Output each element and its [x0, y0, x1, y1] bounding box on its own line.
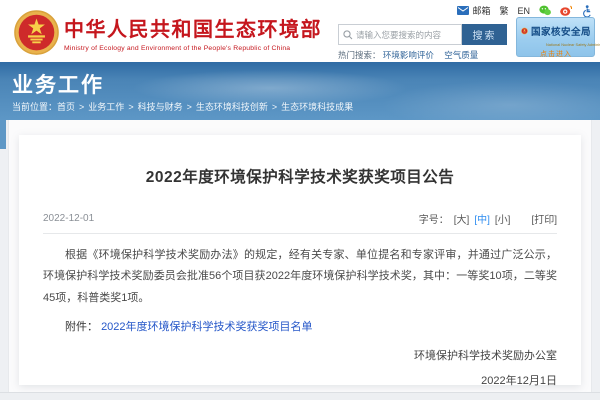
- wechat-link[interactable]: [539, 5, 551, 16]
- hot-search-link-air[interactable]: 空气质量: [444, 50, 478, 60]
- attachment-label: 附件：: [65, 321, 98, 333]
- nnsa-subtitle: National Nuclear Safety Administration: [546, 42, 587, 47]
- attachment-row: 附件： 2022年度环境保护科学技术奖获奖项目名单: [43, 318, 557, 334]
- article-paragraph: 根据《环境保护科学技术奖励办法》的规定，经有关专家、单位提名和专家评审，并通过广…: [43, 245, 557, 309]
- signature-date: 2022年12月1日: [43, 372, 557, 388]
- section-banner: 业务工作 当前位置：首页 > 业务工作 > 科技与财务 > 生态环境科技创新 > 生态环境科技成…: [0, 62, 600, 120]
- utility-bar: 邮箱 繁 EN: [457, 4, 592, 17]
- breadcrumb-separator: >: [272, 102, 277, 112]
- nnsa-emblem-icon: [521, 21, 528, 41]
- font-size-medium-button[interactable]: [中]: [474, 211, 490, 226]
- font-size-large-button[interactable]: [大]: [454, 211, 470, 226]
- breadcrumb-business[interactable]: 业务工作: [88, 102, 124, 112]
- search-icon: [343, 30, 353, 40]
- site-header: 中华人民共和国生态环境部 Ministry of Ecology and Env…: [0, 0, 600, 62]
- meta-divider: [43, 233, 557, 234]
- search-area: 搜索: [338, 24, 507, 45]
- search-button[interactable]: 搜索: [462, 24, 507, 45]
- accessibility-link[interactable]: [581, 5, 592, 17]
- article-title: 2022年度环境保护科学技术奖获奖项目公告: [43, 165, 557, 187]
- font-size-label: 字号：: [419, 211, 449, 226]
- breadcrumb: 当前位置：首页 > 业务工作 > 科技与财务 > 生态环境科技创新 > 生态环境科技成果: [12, 100, 353, 113]
- wechat-icon: [539, 5, 551, 16]
- nnsa-banner-link[interactable]: 国家核安全局 National Nuclear Safety Administr…: [516, 17, 595, 57]
- signature-office: 环境保护科学技术奖励办公室: [43, 347, 557, 363]
- mail-link[interactable]: 邮箱: [457, 4, 490, 17]
- print-button[interactable]: [打印]: [531, 211, 557, 226]
- site-subtitle: Ministry of Ecology and Environment of t…: [64, 45, 322, 52]
- nnsa-title: 国家核安全局: [531, 24, 591, 38]
- search-input[interactable]: [356, 30, 457, 40]
- brand-text: 中华人民共和国生态环境部 Ministry of Ecology and Env…: [64, 13, 322, 52]
- breadcrumb-scitech-finance[interactable]: 科技与财务: [138, 102, 183, 112]
- search-box: [338, 24, 462, 45]
- breadcrumb-separator: >: [79, 102, 84, 112]
- mail-label: 邮箱: [472, 4, 490, 17]
- breadcrumb-eco-innovation[interactable]: 生态环境科技创新: [196, 102, 268, 112]
- english-toggle[interactable]: EN: [517, 6, 530, 16]
- breadcrumb-separator: >: [128, 102, 133, 112]
- breadcrumb-label: 当前位置：: [12, 102, 57, 112]
- font-size-small-button[interactable]: [小]: [495, 211, 511, 226]
- breadcrumb-separator: >: [187, 102, 192, 112]
- hot-search-row: 热门搜索： 环境影响评价 空气质量: [338, 49, 486, 61]
- breadcrumb-eco-achievements[interactable]: 生态环境科技成果: [281, 102, 353, 112]
- article-date: 2022-12-01: [43, 213, 94, 224]
- breadcrumb-home[interactable]: 首页: [57, 102, 75, 112]
- national-emblem-logo: [14, 10, 59, 55]
- article-card: 2022年度环境保护科学技术奖获奖项目公告 2022-12-01 字号： [大]…: [19, 135, 581, 385]
- section-title: 业务工作: [12, 69, 104, 99]
- accessibility-icon: [581, 5, 592, 17]
- footer-strip: [0, 392, 600, 400]
- main-content-area: 2022年度环境保护科学技术奖获奖项目公告 2022-12-01 字号： [大]…: [0, 120, 600, 400]
- weibo-icon: [560, 5, 572, 16]
- nnsa-enter-label: 点击进入: [521, 49, 591, 59]
- hot-search-link-eia[interactable]: 环境影响评价: [383, 50, 434, 60]
- article-meta-row: 2022-12-01 字号： [大] [中] [小] [打印]: [43, 211, 557, 226]
- banner-tail-decoration: [0, 120, 6, 149]
- attachment-link[interactable]: 2022年度环境保护科学技术奖获奖项目名单: [101, 321, 312, 333]
- mail-icon: [457, 6, 469, 15]
- weibo-link[interactable]: [560, 5, 572, 16]
- traditional-chinese-toggle[interactable]: 繁: [499, 4, 508, 17]
- hot-search-label: 热门搜索：: [338, 50, 381, 60]
- content-container: 2022年度环境保护科学技术奖获奖项目公告 2022-12-01 字号： [大]…: [8, 120, 592, 392]
- site-title: 中华人民共和国生态环境部: [64, 13, 322, 42]
